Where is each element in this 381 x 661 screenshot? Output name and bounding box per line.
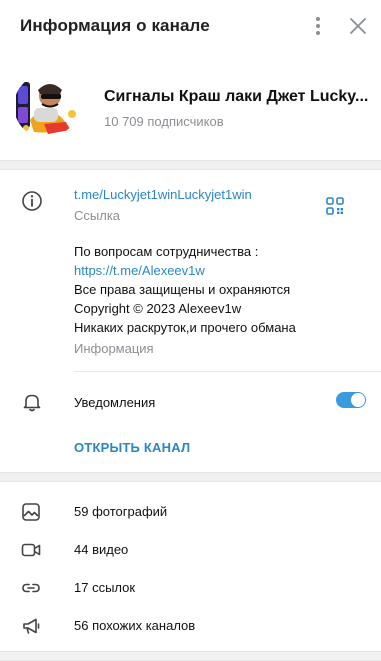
- section-divider: [0, 472, 381, 482]
- subscriber-count: 10 709 подписчиков: [104, 114, 224, 129]
- description-line: Все права защищены и охраняются: [74, 282, 291, 297]
- qr-code-icon[interactable]: [325, 196, 345, 216]
- toggle-knob: [351, 393, 365, 407]
- video-icon: [20, 539, 42, 561]
- media-row-links[interactable]: 17 ссылок: [0, 569, 381, 607]
- channel-description: По вопросам сотрудничества : https://t.m…: [74, 242, 364, 337]
- section-divider: [0, 160, 381, 170]
- media-label: 17 ссылок: [74, 580, 136, 595]
- more-icon[interactable]: [306, 14, 330, 38]
- media-label: 56 похожих каналов: [74, 618, 196, 633]
- media-label: 59 фотографий: [74, 504, 168, 519]
- section-divider: [0, 651, 381, 661]
- media-row-photos[interactable]: 59 фотографий: [0, 493, 381, 531]
- bell-icon: [20, 390, 44, 414]
- description-link[interactable]: https://t.me/Alexeev1w: [74, 261, 364, 280]
- open-channel-button[interactable]: ОТКРЫТЬ КАНАЛ: [74, 440, 190, 455]
- description-line: Copyright © 2023 Alexeev1w: [74, 301, 242, 316]
- header: Информация о канале: [0, 0, 381, 52]
- media-row-similar-channels[interactable]: 56 похожих каналов: [0, 607, 381, 645]
- channel-name: Сигналы Краш лаки Джет Lucky...: [104, 88, 369, 105]
- info-icon: [20, 189, 44, 213]
- photo-icon: [20, 501, 42, 523]
- media-label: 44 видео: [74, 542, 129, 557]
- avatar[interactable]: [14, 74, 78, 138]
- description-caption: Информация: [74, 341, 154, 356]
- channel-info-panel: Информация о канале Сигналы Краш лаки Дж…: [0, 0, 381, 661]
- page-title: Информация о канале: [20, 16, 210, 35]
- close-icon[interactable]: [346, 14, 370, 38]
- channel-link[interactable]: t.me/Luckyjet1winLuckyjet1win: [74, 187, 252, 202]
- notifications-toggle[interactable]: [336, 392, 366, 408]
- description-line: По вопросам сотрудничества :: [74, 244, 259, 259]
- media-row-videos[interactable]: 44 видео: [0, 531, 381, 569]
- megaphone-icon: [20, 615, 42, 637]
- description-line: Никаких раскруток,и прочего обмана: [74, 320, 296, 335]
- channel-header: Сигналы Краш лаки Джет Lucky... 10 709 п…: [0, 52, 381, 160]
- link-icon: [20, 577, 42, 599]
- link-caption: Ссылка: [74, 208, 121, 223]
- divider: [74, 371, 381, 372]
- notifications-label: Уведомления: [74, 395, 156, 410]
